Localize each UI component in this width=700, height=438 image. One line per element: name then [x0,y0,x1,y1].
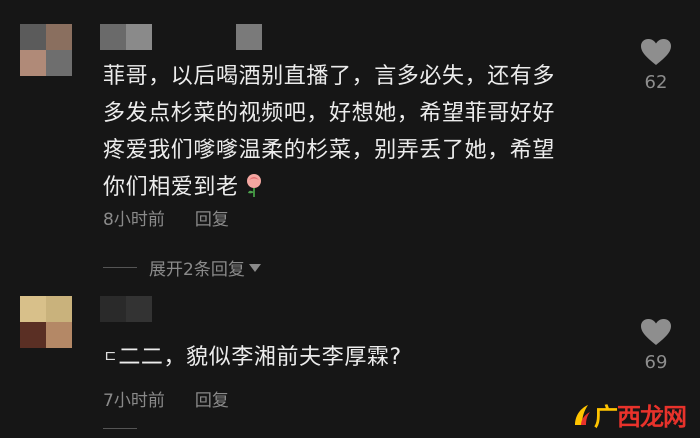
rose-emoji-icon [246,174,261,197]
watermark-logo-icon [575,404,590,425]
username-mosaic[interactable] [100,296,152,322]
like-count: 69 [644,352,668,373]
expand-replies-button[interactable] [103,428,149,429]
avatar[interactable] [20,296,72,348]
comment-text: ㄷ二二，貌似李湘前夫李厚霖? [103,345,402,370]
like-button[interactable]: 62 [636,38,676,93]
avatar[interactable] [20,24,72,76]
comment-meta: 7小时前 回复 [103,386,229,411]
comment-text: 菲哥，以后喝酒别直播了，言多必失，还有多 多发点杉菜的视频吧，好想她，希望菲哥好… [103,64,556,200]
heart-icon [641,319,671,345]
timestamp: 8小时前 [103,210,165,230]
username-mosaic [236,24,262,50]
site-watermark: 广西龙网 [572,397,687,432]
reply-button[interactable]: 回复 [195,386,229,411]
reply-button[interactable]: 回复 [195,205,229,230]
heart-icon [641,39,671,65]
expand-replies-label: 展开2条回复 [149,260,245,280]
comment-item: 菲哥，以后喝酒别直播了，言多必失，还有多 多发点杉菜的视频吧，好想她，希望菲哥好… [0,0,700,285]
like-count: 62 [644,72,668,93]
divider-line [103,267,137,268]
username-mosaic[interactable] [100,24,152,50]
expand-replies-button[interactable]: 展开2条回复 [103,255,261,280]
timestamp: 7小时前 [103,391,165,411]
divider-line [103,428,137,429]
chevron-down-icon [248,263,261,272]
like-button[interactable]: 69 [636,318,676,373]
comment-meta: 8小时前 回复 [103,205,229,230]
text-prefix: ㄷ [103,347,119,366]
watermark-text: 广 [594,403,618,431]
watermark-text: 西龙网 [617,403,687,431]
